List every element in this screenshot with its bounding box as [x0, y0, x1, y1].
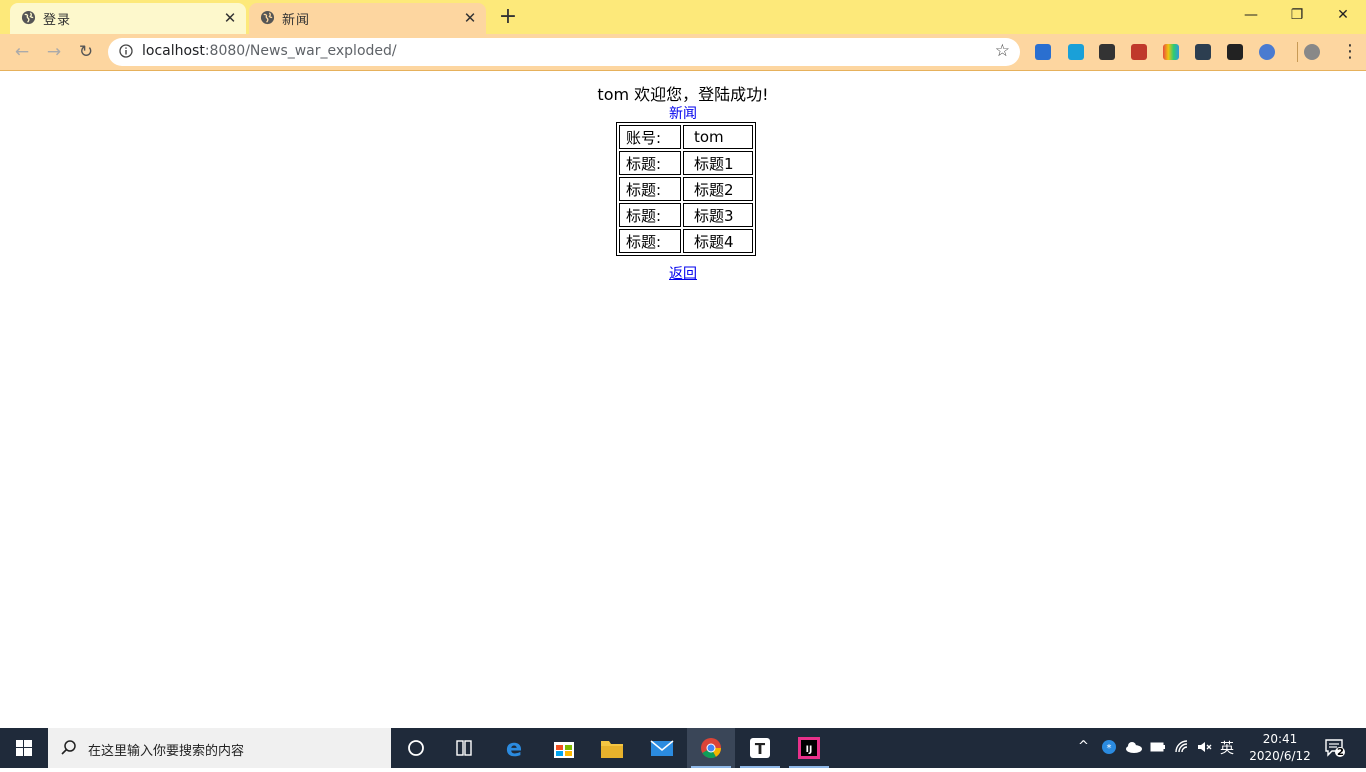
edge-logo-icon: e: [506, 734, 522, 762]
typora-icon[interactable]: T: [736, 728, 784, 768]
start-button[interactable]: [0, 728, 48, 768]
folder-icon: [601, 741, 623, 758]
globe-icon: [260, 10, 275, 25]
t-app-icon: T: [750, 738, 770, 758]
restore-icon[interactable]: ❐: [1274, 0, 1320, 30]
intellij-icon[interactable]: IJ: [785, 728, 833, 768]
news-link-row: 新闻: [0, 103, 1366, 123]
window-close-icon[interactable]: ✕: [1320, 0, 1366, 30]
taskbar-search-input[interactable]: 在这里输入你要搜索的内容: [48, 728, 391, 768]
table-row: 标题: 标题1: [619, 151, 753, 175]
bluetooth-icon[interactable]: *: [1101, 739, 1117, 755]
clock-time: 20:41: [1262, 732, 1298, 746]
tab-login[interactable]: 登录 ✕: [10, 3, 246, 34]
file-explorer-icon[interactable]: [588, 728, 636, 768]
address-bar[interactable]: localhost:8080/News_war_exploded/ ☆: [108, 38, 1020, 66]
bookmark-star-icon[interactable]: ☆: [995, 41, 1010, 61]
search-icon: [61, 740, 76, 755]
ij-app-icon: IJ: [798, 737, 820, 759]
windows-logo-icon: [16, 740, 32, 756]
close-icon[interactable]: ✕: [462, 10, 478, 26]
row-label: 账号:: [619, 125, 681, 149]
location-extension-icon[interactable]: [1099, 44, 1115, 60]
svg-text:e: e: [506, 734, 522, 762]
profile-avatar[interactable]: [1304, 44, 1320, 60]
row-label: 标题:: [619, 229, 681, 253]
pdf-extension-icon[interactable]: [1131, 44, 1147, 60]
x-extension-icon[interactable]: [1227, 44, 1243, 60]
browser-toolbar: ← → ↻ localhost:8080/News_war_exploded/ …: [0, 34, 1366, 71]
table-row: 标题: 标题2: [619, 177, 753, 201]
row-label: 标题:: [619, 203, 681, 227]
svg-text:IJ: IJ: [806, 745, 813, 755]
notification-count: 2: [1337, 747, 1344, 758]
reload-icon[interactable]: ↻: [73, 39, 99, 65]
url-text: localhost:8080/News_war_exploded/: [142, 43, 397, 59]
system-clock[interactable]: 20:41 2020/6/12: [1240, 731, 1320, 765]
taskbar: 在这里输入你要搜索的内容 e T IJ ^ * 英 20:41 2020/6/1…: [0, 728, 1366, 768]
tab-strip: 登录 ✕ 新闻 ✕ + — ❐ ✕: [0, 0, 1366, 34]
minimize-icon[interactable]: —: [1228, 0, 1274, 30]
circle-icon: [408, 740, 424, 756]
row-value: 标题4: [683, 229, 753, 253]
pen-extension-icon[interactable]: [1035, 44, 1051, 60]
back-link-row: 返回: [0, 263, 1366, 283]
task-view-glyph: [456, 740, 472, 756]
globe-icon: [21, 10, 36, 25]
table-row: 标题: 标题4: [619, 229, 753, 253]
row-value: 标题3: [683, 203, 753, 227]
tab-title: 新闻: [282, 13, 311, 28]
ime-indicator[interactable]: 英: [1220, 738, 1234, 758]
forward-arrow-icon[interactable]: →: [41, 39, 67, 65]
envelope-icon: [650, 740, 674, 756]
table-row: 账号: tom: [619, 125, 753, 149]
back-link[interactable]: 返回: [669, 266, 697, 282]
row-value: 标题1: [683, 151, 753, 175]
url-host: localhost: [142, 43, 205, 59]
table-row: 标题: 标题3: [619, 203, 753, 227]
toolbar-divider: [1297, 42, 1298, 62]
selenium-extension-icon[interactable]: [1195, 44, 1211, 60]
row-value: tom: [683, 125, 753, 149]
chevron-up-icon[interactable]: ^: [1078, 739, 1089, 754]
news-link[interactable]: 新闻: [669, 106, 697, 122]
new-tab-button[interactable]: +: [494, 4, 522, 30]
cortana-icon[interactable]: [392, 728, 440, 768]
wifi-icon[interactable]: [1174, 739, 1190, 755]
task-view-icon[interactable]: [440, 728, 488, 768]
store-icon[interactable]: [540, 728, 588, 768]
row-value: 标题2: [683, 177, 753, 201]
translate-extension-icon[interactable]: [1068, 44, 1084, 60]
url-path: :8080/News_war_exploded/: [204, 43, 397, 59]
swirl-extension-icon[interactable]: [1259, 44, 1275, 60]
tab-news[interactable]: 新闻 ✕: [249, 3, 486, 34]
store-bag-icon: [554, 742, 574, 758]
info-icon: [119, 44, 133, 58]
svg-text:*: *: [1107, 743, 1112, 754]
color-extension-icon[interactable]: [1163, 44, 1179, 60]
welcome-message: tom 欢迎您，登陆成功!: [597, 85, 769, 104]
svg-text:T: T: [755, 740, 766, 758]
row-label: 标题:: [619, 177, 681, 201]
chrome-logo-icon: [701, 738, 722, 759]
menu-dots-icon[interactable]: ⋮: [1340, 39, 1360, 65]
news-table: 账号: tom 标题: 标题1 标题: 标题2 标题: 标题3 标题: 标题4: [616, 122, 756, 256]
onedrive-icon[interactable]: [1125, 741, 1143, 753]
row-label: 标题:: [619, 151, 681, 175]
back-arrow-icon[interactable]: ←: [9, 39, 35, 65]
battery-icon[interactable]: [1150, 741, 1166, 753]
volume-muted-icon[interactable]: [1196, 739, 1212, 755]
tab-title: 登录: [43, 13, 72, 28]
search-placeholder: 在这里输入你要搜索的内容: [88, 744, 245, 759]
edge-icon[interactable]: e: [490, 728, 538, 768]
close-icon[interactable]: ✕: [222, 10, 238, 26]
mail-icon[interactable]: [638, 728, 686, 768]
chrome-icon[interactable]: [687, 728, 735, 768]
page-content: tom 欢迎您，登陆成功! 新闻 账号: tom 标题: 标题1 标题: 标题2…: [0, 71, 1366, 728]
clock-date: 2020/6/12: [1249, 749, 1311, 763]
